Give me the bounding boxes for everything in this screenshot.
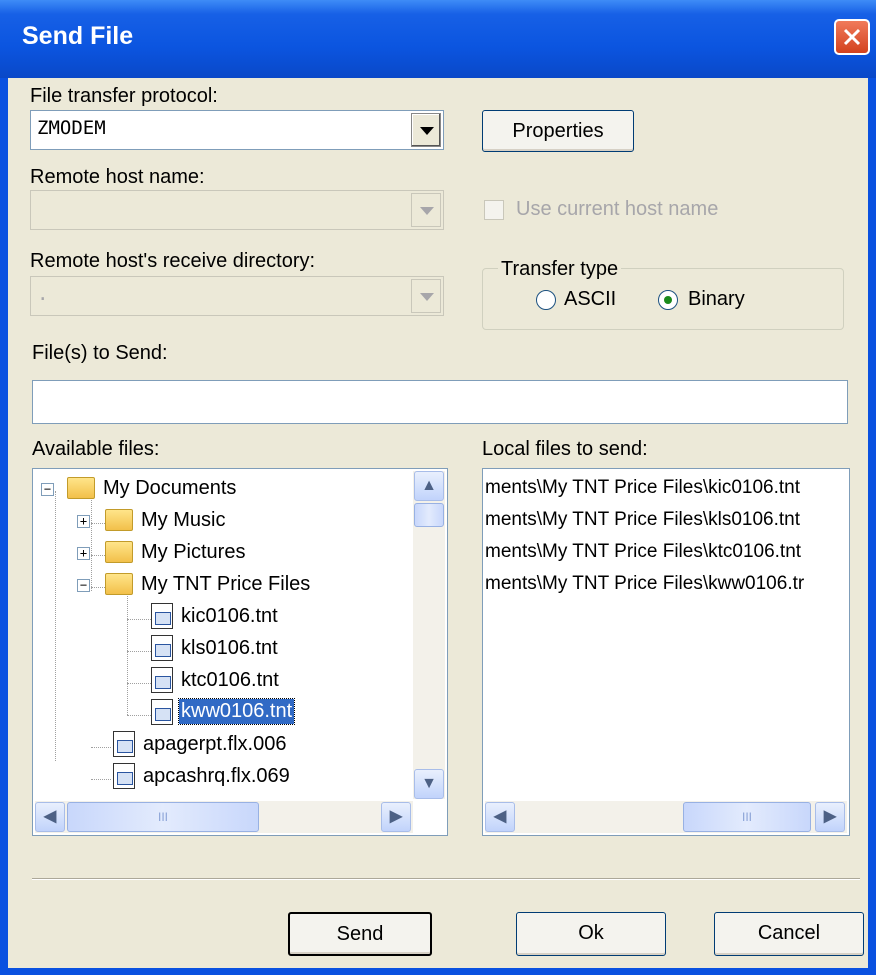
host-dropdown-button[interactable] <box>411 193 441 227</box>
transfer-type-title: Transfer type <box>498 258 622 281</box>
receive-dir-select[interactable]: . <box>30 276 444 316</box>
binary-radio[interactable] <box>658 290 678 310</box>
properties-button[interactable]: Properties <box>482 110 634 152</box>
ok-button[interactable]: Ok <box>516 912 666 956</box>
list-item[interactable]: ments\My TNT Price Files\kls0106.tnt <box>485 509 800 531</box>
tree-node-label: apagerpt.flx.006 <box>143 733 287 755</box>
folder-open-icon <box>105 573 133 595</box>
tree-node-label: My TNT Price Files <box>141 573 311 595</box>
scroll-left-icon[interactable]: ◀ <box>35 802 65 832</box>
receive-dir-dropdown-button[interactable] <box>411 279 441 313</box>
ascii-radio[interactable] <box>536 290 556 310</box>
scroll-down-icon[interactable]: ▼ <box>414 769 444 799</box>
protocol-dropdown-button[interactable] <box>411 113 441 147</box>
tree-node-label: My Pictures <box>141 541 246 563</box>
send-file-dialog: Send File File transfer protocol: ZMODEM… <box>0 0 876 975</box>
expand-icon[interactable]: + <box>77 547 90 560</box>
flx-file-icon <box>113 763 135 789</box>
send-label: Send <box>336 923 384 945</box>
tree-horizontal-scrollbar[interactable]: ◀ III ▶ <box>35 801 413 833</box>
scroll-up-icon[interactable]: ▲ <box>414 471 444 501</box>
tree-node-label: kww0106.tnt <box>177 698 296 725</box>
list-item[interactable]: ments\My TNT Price Files\kic0106.tnt <box>485 477 800 499</box>
tree-node-label: kls0106.tnt <box>181 637 278 659</box>
list-item[interactable]: ments\My TNT Price Files\kww0106.tr <box>485 573 804 595</box>
music-folder-icon <box>105 509 133 531</box>
tree-node-label: apcashrq.flx.069 <box>143 765 290 787</box>
pictures-folder-icon <box>105 541 133 563</box>
scroll-thumb[interactable] <box>414 503 444 527</box>
tree-vertical-scrollbar[interactable]: ▲ ▼ <box>413 471 445 799</box>
tnt-file-icon <box>151 635 173 661</box>
expand-icon[interactable]: + <box>77 515 90 528</box>
send-button[interactable]: Send <box>288 912 432 956</box>
scroll-thumb[interactable]: III <box>67 802 259 832</box>
available-files-label: Available files: <box>32 438 160 460</box>
tnt-file-icon <box>151 603 173 629</box>
use-current-host-checkbox[interactable] <box>484 200 504 220</box>
chevron-down-icon <box>420 207 434 215</box>
list-item[interactable]: ments\My TNT Price Files\ktc0106.tnt <box>485 541 801 563</box>
tree-node-label: ktc0106.tnt <box>181 669 279 691</box>
scroll-right-icon[interactable]: ▶ <box>815 802 845 832</box>
ascii-label: ASCII <box>564 288 617 310</box>
host-select[interactable] <box>30 190 444 230</box>
files-to-send-input[interactable] <box>32 380 848 424</box>
receive-dir-label: Remote host's receive directory: <box>30 250 316 272</box>
chevron-down-icon <box>420 293 434 301</box>
files-to-send-label: File(s) to Send: <box>32 342 168 364</box>
tree-node-label: kic0106.tnt <box>181 605 278 627</box>
protocol-value: ZMODEM <box>37 117 106 139</box>
folder-open-icon <box>67 477 95 499</box>
list-horizontal-scrollbar[interactable]: ◀ III ▶ <box>485 801 847 833</box>
collapse-icon[interactable]: − <box>77 579 90 592</box>
cancel-button[interactable]: Cancel <box>714 912 864 956</box>
close-icon <box>843 28 861 46</box>
scroll-thumb[interactable]: III <box>683 802 811 832</box>
chevron-down-icon <box>420 127 434 135</box>
tnt-file-icon <box>151 667 173 693</box>
separator <box>32 878 860 880</box>
local-files-label: Local files to send: <box>482 438 648 460</box>
title-bar[interactable]: Send File <box>0 0 876 78</box>
flx-file-icon <box>113 731 135 757</box>
ok-label: Ok <box>578 922 604 944</box>
close-button[interactable] <box>834 19 870 55</box>
tree-node-label: My Music <box>141 509 226 531</box>
protocol-label: File transfer protocol: <box>30 85 218 107</box>
radio-selected-icon <box>664 296 672 304</box>
scroll-left-icon[interactable]: ◀ <box>485 802 515 832</box>
host-label: Remote host name: <box>30 166 205 188</box>
dialog-body: File transfer protocol: ZMODEM Propertie… <box>8 78 868 968</box>
available-files-tree[interactable]: − My Documents + My Music + My Pictures … <box>32 468 448 836</box>
window-title: Send File <box>22 22 134 50</box>
local-files-list[interactable]: ments\My TNT Price Files\kic0106.tnt men… <box>482 468 850 836</box>
scroll-right-icon[interactable]: ▶ <box>381 802 411 832</box>
use-current-host-label: Use current host name <box>516 198 719 220</box>
tnt-file-icon <box>151 699 173 725</box>
protocol-select[interactable]: ZMODEM <box>30 110 444 150</box>
binary-label: Binary <box>688 288 745 310</box>
collapse-icon[interactable]: − <box>41 483 54 496</box>
cancel-label: Cancel <box>757 922 821 944</box>
tree-node-label: My Documents <box>103 477 237 499</box>
properties-label: Properties <box>512 120 604 142</box>
receive-dir-value: . <box>37 283 49 305</box>
